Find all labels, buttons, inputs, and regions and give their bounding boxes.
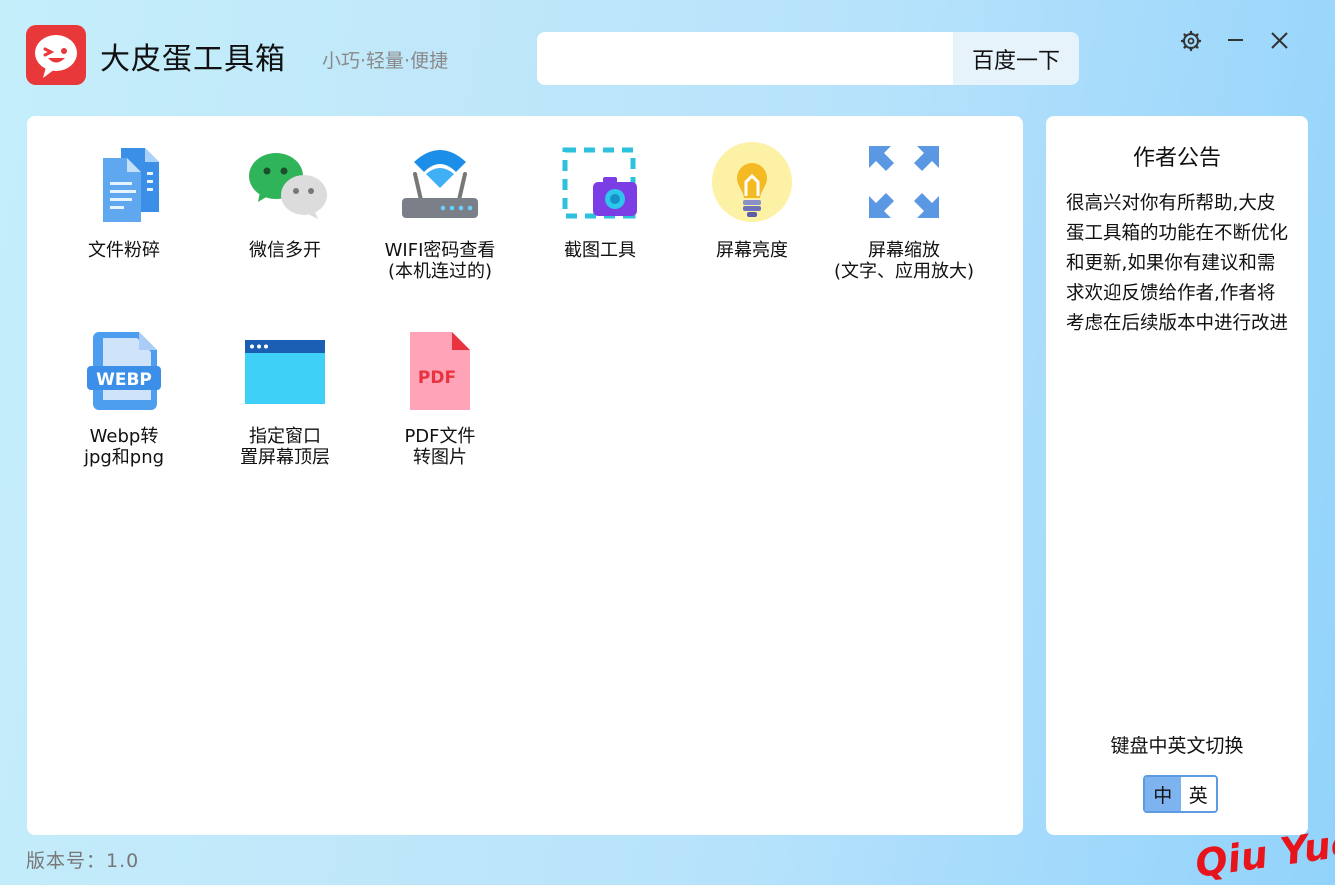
file-shred-icon (103, 148, 159, 222)
svg-text:PDF: PDF (418, 368, 456, 388)
keyboard-zh-option[interactable]: 中 (1145, 777, 1181, 811)
tool-label: 指定窗口 置屏幕顶层 (240, 426, 330, 468)
tool-wechat-multi[interactable]: 微信多开 (205, 142, 365, 261)
tool-label: 截图工具 (564, 240, 636, 261)
keyboard-switch-label: 键盘中英文切换 (1110, 735, 1244, 757)
wifi-router-icon (402, 150, 478, 218)
search-input[interactable] (537, 32, 953, 85)
tool-window-topmost[interactable]: 指定窗口 置屏幕顶层 (205, 328, 365, 468)
tool-label: WIFI密码查看 (本机连过的) (384, 240, 496, 282)
svg-text:WEBP: WEBP (96, 370, 152, 390)
watermark: Qiu Yue (1193, 820, 1335, 880)
tool-label: PDF文件 转图片 (404, 426, 476, 468)
app-logo (26, 25, 86, 85)
app-title: 大皮蛋工具箱 (100, 42, 286, 77)
gear-icon (1180, 30, 1202, 52)
settings-button[interactable] (1176, 26, 1206, 56)
window-top-icon (245, 340, 325, 404)
keyboard-lang-toggle[interactable]: 中 英 (1143, 775, 1218, 813)
notice-title: 作者公告 (1132, 146, 1221, 171)
tool-screenshot[interactable]: 截图工具 (520, 142, 680, 261)
minimize-button[interactable] (1221, 26, 1251, 56)
close-button[interactable] (1265, 26, 1295, 56)
tool-label: 文件粉碎 (88, 240, 160, 261)
tool-label: 微信多开 (249, 240, 321, 261)
wechat-icon (249, 153, 327, 219)
keyboard-en-option[interactable]: 英 (1180, 777, 1216, 811)
webp-icon: WEBP (87, 332, 161, 410)
baidu-search-button[interactable]: 百度一下 (953, 32, 1079, 85)
tool-webp-convert[interactable]: WEBP Webp转 jpg和png (44, 328, 204, 468)
tool-wifi-password[interactable]: WIFI密码查看 (本机连过的) (360, 142, 520, 282)
tool-screen-zoom[interactable]: 屏幕缩放 (文字、应用放大) (824, 142, 984, 282)
app-slogan: 小巧·轻量·便捷 (322, 50, 449, 72)
tool-label: Webp转 jpg和png (83, 426, 165, 468)
tool-file-shred[interactable]: 文件粉碎 (44, 142, 204, 261)
tool-label: 屏幕缩放 (文字、应用放大) (833, 240, 975, 282)
watermark-text: Qiu Yue (1193, 820, 1335, 880)
tool-pdf-to-image[interactable]: PDF PDF文件 转图片 (360, 328, 520, 468)
pdf-icon: PDF (410, 332, 470, 410)
screenshot-icon (562, 147, 637, 219)
tool-screen-brightness[interactable]: 屏幕亮度 (672, 142, 832, 261)
version-label: 版本号：1.0 (26, 850, 140, 872)
notice-body: 很高兴对你有所帮助,大皮蛋工具箱的功能在不断优化和更新,如果你有建议和需求欢迎反… (1066, 193, 1289, 334)
app-logo-icon (35, 35, 77, 78)
minimize-icon (1228, 39, 1243, 41)
tool-label: 屏幕亮度 (716, 240, 788, 261)
notice-panel: 作者公告 很高兴对你有所帮助,大皮蛋工具箱的功能在不断优化和更新,如果你有建议和… (1046, 116, 1308, 835)
zoom-arrows-icon (869, 146, 939, 218)
lightbulb-icon (712, 142, 792, 222)
tools-panel: 文件粉碎 微信多开 WIFI密码查看 (本机连过的) 截图工具 屏幕亮度 屏幕缩… (27, 116, 1023, 835)
close-icon (1271, 32, 1288, 49)
